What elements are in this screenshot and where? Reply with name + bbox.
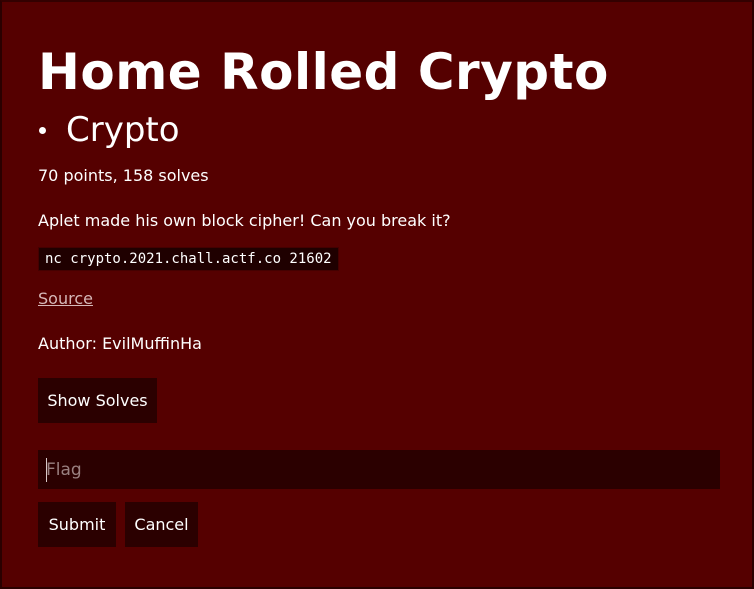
challenge-author: Author: EvilMuffinHa (38, 334, 202, 353)
text-caret (46, 458, 47, 482)
challenge-stats: 70 points, 158 solves (38, 166, 209, 185)
connection-command: nc crypto.2021.chall.actf.co 21602 (38, 247, 339, 271)
bullet-icon (39, 126, 46, 134)
cancel-button[interactable]: Cancel (125, 502, 198, 547)
show-solves-button[interactable]: Show Solves (38, 378, 157, 423)
source-link[interactable]: Source (38, 288, 93, 310)
challenge-category: Crypto (66, 110, 180, 150)
submit-button[interactable]: Submit (38, 502, 116, 547)
challenge-description: Aplet made his own block cipher! Can you… (38, 211, 451, 230)
challenge-title: Home Rolled Crypto (38, 43, 609, 101)
category-row: Crypto (38, 108, 180, 152)
challenge-panel: Home Rolled Crypto Crypto 70 points, 158… (0, 0, 754, 589)
flag-input[interactable] (38, 450, 720, 489)
